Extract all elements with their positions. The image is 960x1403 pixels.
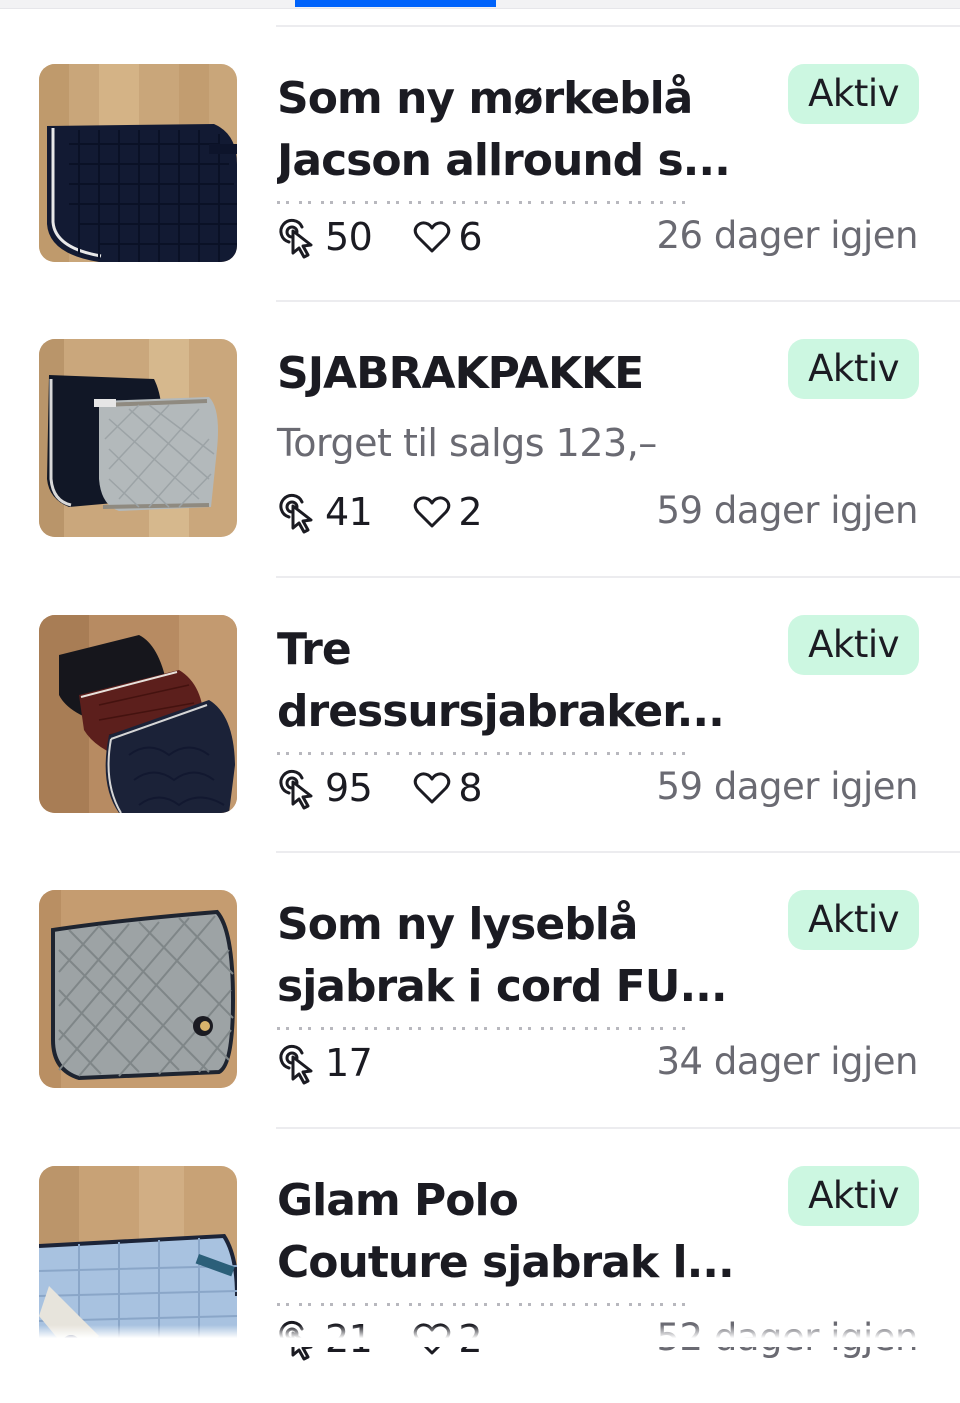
listing-title[interactable]: Som ny mørkeblå Jacson allround s... (277, 68, 777, 192)
listing-image[interactable] (39, 339, 237, 537)
listing-title[interactable]: Tre dressursjabraker... (277, 619, 777, 743)
divider (276, 576, 960, 578)
time-left: 26 dager igjen (656, 214, 919, 257)
listing-title[interactable]: Glam Polo Couture sjabrak l... (277, 1170, 777, 1294)
listing-stats: 41 2 (275, 487, 522, 537)
cursor-click-icon (275, 1041, 319, 1085)
favorites-stat: 2 (412, 487, 483, 537)
heart-icon (412, 492, 452, 532)
listing-title-line: Som ny mørkeblå (277, 73, 693, 124)
clicks-count: 95 (325, 766, 373, 810)
clicks-count: 17 (325, 1041, 373, 1085)
clipped-text-line (277, 199, 695, 204)
divider (276, 300, 960, 302)
time-left: 34 dager igjen (656, 1040, 919, 1083)
listing-stats: 17 (275, 1038, 412, 1088)
clicks-stat: 41 (275, 487, 373, 537)
listing-item[interactable]: Som ny lyseblå sjabrak i cord FU... Akti… (0, 851, 960, 1127)
listing-image[interactable] (39, 890, 237, 1088)
listing-list: Som ny mørkeblå Jacson allround s... Akt… (0, 0, 960, 1361)
status-badge: Aktiv (788, 890, 919, 950)
status-badge: Aktiv (788, 615, 919, 675)
divider (276, 25, 960, 27)
clicks-stat: 95 (275, 763, 373, 813)
favorites-stat: 8 (412, 763, 483, 813)
listing-title-line: Couture sjabrak l... (277, 1237, 735, 1288)
clicks-count: 41 (325, 490, 373, 534)
clicks-stat: 17 (275, 1038, 373, 1088)
listing-item[interactable]: SJABRAKPAKKE Torget til salgs 123,– Akti… (0, 300, 960, 576)
time-left: 59 dager igjen (656, 489, 919, 532)
cursor-click-icon (275, 490, 319, 534)
divider (276, 851, 960, 853)
clipped-text-line (277, 750, 695, 755)
listing-title[interactable]: SJABRAKPAKKE (277, 343, 777, 405)
listing-title-line: Som ny lyseblå (277, 899, 638, 950)
cursor-click-icon (275, 766, 319, 810)
listing-title[interactable]: Som ny lyseblå sjabrak i cord FU... (277, 894, 777, 1018)
viewport-edge (0, 1325, 960, 1347)
status-badge: Aktiv (788, 64, 919, 124)
active-tab-indicator[interactable] (295, 0, 496, 7)
status-badge: Aktiv (788, 339, 919, 399)
favorites-count: 8 (458, 766, 483, 810)
listing-stats: 50 6 (275, 212, 522, 262)
listing-image[interactable] (39, 615, 237, 813)
clicks-stat: 50 (275, 212, 373, 262)
listing-item[interactable]: Tre dressursjabraker... Aktiv 95 8 59 da… (0, 576, 960, 852)
clipped-text-line (277, 1301, 695, 1306)
listing-subtitle: Torget til salgs 123,– (277, 421, 657, 465)
heart-icon (412, 217, 452, 257)
listing-title-line: sjabrak i cord FU... (277, 961, 728, 1012)
favorites-count: 2 (458, 490, 483, 534)
listing-item[interactable]: Som ny mørkeblå Jacson allround s... Akt… (0, 25, 960, 301)
divider (276, 1127, 960, 1129)
status-badge: Aktiv (788, 1166, 919, 1226)
listing-title-line: dressursjabraker... (277, 686, 725, 737)
listing-image[interactable] (39, 64, 237, 262)
heart-icon (412, 768, 452, 808)
favorites-stat: 6 (412, 212, 483, 262)
cursor-click-icon (275, 215, 319, 259)
listing-image[interactable] (39, 1166, 237, 1346)
listing-item[interactable]: Glam Polo Couture sjabrak l... Aktiv 21 (0, 1127, 960, 1403)
listing-stats: 95 8 (275, 763, 522, 813)
clipped-text-line (277, 1025, 695, 1030)
clicks-count: 50 (325, 215, 373, 259)
favorites-count: 6 (458, 215, 483, 259)
listing-title-line: Glam Polo (277, 1175, 519, 1226)
time-left: 59 dager igjen (656, 765, 919, 808)
listing-title-line: Tre (277, 624, 352, 675)
listing-title-line: SJABRAKPAKKE (277, 348, 644, 399)
listing-title-line: Jacson allround s... (277, 135, 731, 186)
